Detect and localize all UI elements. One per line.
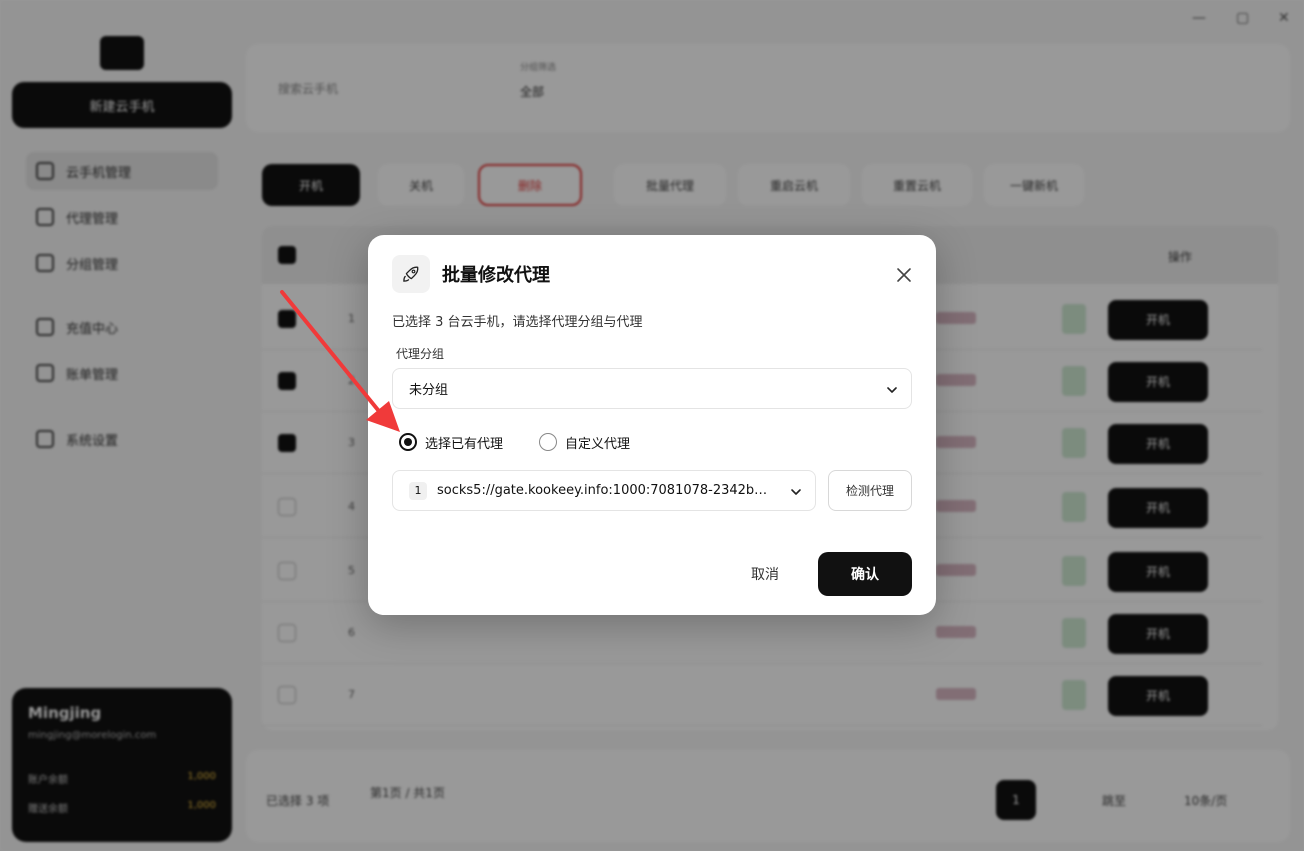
annotation-arrow-icon — [280, 290, 400, 432]
